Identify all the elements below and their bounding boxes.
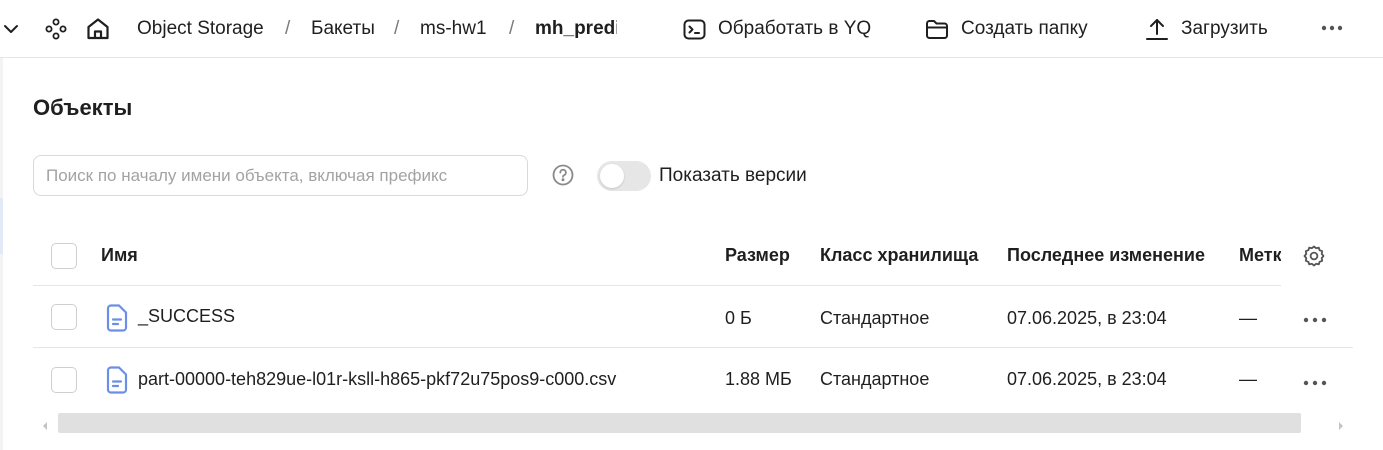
show-versions-toggle[interactable] bbox=[597, 161, 651, 191]
file-modified: 07.06.2025, в 23:04 bbox=[1007, 369, 1167, 389]
row-divider bbox=[33, 285, 1281, 286]
file-name-link[interactable]: _SUCCESS bbox=[138, 306, 235, 327]
help-icon[interactable] bbox=[552, 164, 574, 186]
chevron-down-icon[interactable] bbox=[2, 20, 20, 38]
file-size: 1.88 МБ bbox=[725, 369, 792, 389]
file-icon bbox=[105, 366, 129, 394]
column-header-labels[interactable]: Метки bbox=[1239, 245, 1281, 266]
file-modified: 07.06.2025, в 23:04 bbox=[1007, 308, 1167, 328]
breadcrumb-bucket[interactable]: ms-hw1 bbox=[420, 17, 487, 41]
file-name-link[interactable]: part-00000-teh829ue-l01r-ksll-h865-pkf72… bbox=[138, 369, 616, 390]
folder-icon bbox=[925, 19, 949, 40]
toggle-knob bbox=[600, 164, 624, 188]
file-icon bbox=[105, 304, 129, 332]
column-header-name[interactable]: Имя bbox=[101, 245, 138, 266]
row-divider bbox=[33, 347, 1353, 348]
row-checkbox[interactable] bbox=[51, 367, 77, 393]
file-storage-class: Стандартное bbox=[820, 308, 930, 328]
breadcrumb-buckets[interactable]: Бакеты bbox=[311, 17, 375, 41]
search-input[interactable] bbox=[33, 155, 528, 196]
select-all-checkbox[interactable] bbox=[51, 243, 77, 269]
breadcrumb-separator: / bbox=[509, 18, 515, 39]
more-icon[interactable] bbox=[1320, 24, 1344, 32]
column-header-storage-class[interactable]: Класс хранилища bbox=[820, 245, 978, 266]
file-labels: — bbox=[1239, 308, 1257, 328]
home-icon[interactable] bbox=[85, 16, 111, 42]
page-title: Объекты bbox=[33, 95, 133, 120]
file-storage-class: Стандартное bbox=[820, 369, 930, 389]
column-header-size[interactable]: Размер bbox=[725, 245, 790, 266]
create-folder-button[interactable]: Создать папку bbox=[925, 16, 1088, 42]
breadcrumb-current-folder: mh_predi bbox=[535, 18, 617, 39]
top-bar: Object Storage / Бакеты / ms-hw1 / mh_pr… bbox=[0, 0, 1383, 58]
row-more-icon[interactable] bbox=[1302, 375, 1328, 386]
process-yq-label: Обработать в YQ bbox=[718, 18, 872, 39]
file-labels: — bbox=[1239, 369, 1257, 389]
breadcrumb-separator: / bbox=[394, 18, 400, 39]
create-folder-label: Создать папку bbox=[961, 18, 1088, 39]
upload-icon bbox=[1145, 17, 1169, 41]
process-yq-button[interactable]: Обработать в YQ bbox=[683, 16, 871, 42]
row-checkbox[interactable] bbox=[51, 304, 77, 330]
scroll-right-icon[interactable] bbox=[1336, 418, 1346, 430]
column-header-modified[interactable]: Последнее изменение bbox=[1007, 245, 1205, 266]
services-icon[interactable] bbox=[44, 17, 68, 41]
file-size: 0 Б bbox=[725, 308, 752, 328]
breadcrumb-separator: / bbox=[285, 18, 291, 39]
scroll-left-icon[interactable] bbox=[40, 418, 50, 430]
side-panel-highlight bbox=[0, 198, 3, 254]
upload-label: Загрузить bbox=[1181, 18, 1268, 39]
breadcrumb-object-storage[interactable]: Object Storage bbox=[137, 17, 264, 41]
terminal-icon bbox=[683, 19, 706, 40]
table-settings-gear-icon[interactable] bbox=[1302, 244, 1326, 268]
side-panel-edge bbox=[0, 58, 3, 450]
upload-button[interactable]: Загрузить bbox=[1145, 16, 1268, 42]
show-versions-label: Показать версии bbox=[659, 165, 807, 186]
row-more-icon[interactable] bbox=[1302, 312, 1328, 323]
horizontal-scrollbar[interactable] bbox=[58, 413, 1301, 433]
